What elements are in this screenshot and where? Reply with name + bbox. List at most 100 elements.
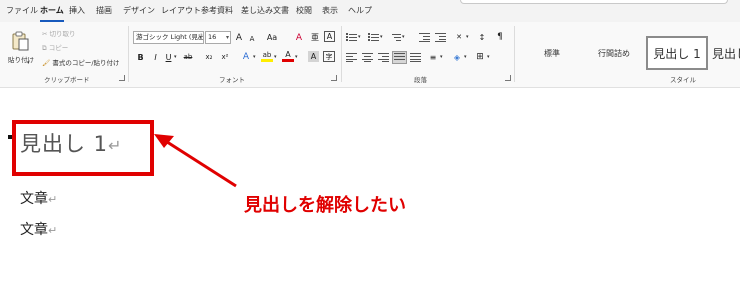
paste-button[interactable] [8, 26, 32, 56]
return-mark-icon: ↵ [48, 224, 58, 237]
line-spacing-icon[interactable]: ≡ [427, 51, 439, 63]
body-paragraph[interactable]: 文章↵ [20, 219, 57, 239]
font-name-value: 游ゴシック Light (見出 [136, 33, 204, 41]
chevron-down-icon: ▾ [198, 34, 202, 41]
chevron-down-icon[interactable]: ▾ [295, 54, 298, 60]
tab-help[interactable]: ヘルプ [348, 5, 372, 16]
style-heading-2[interactable]: 見出し [712, 36, 740, 70]
tab-file[interactable]: ファイル [6, 5, 38, 16]
tab-design[interactable]: デザイン [123, 5, 155, 16]
body-text: 文章 [20, 222, 48, 238]
body-text: 文章 [20, 191, 48, 207]
bold-button[interactable]: B [136, 51, 145, 63]
borders-icon[interactable]: ⊞ [474, 51, 486, 63]
paragraph-group-label: 段落 [414, 76, 427, 84]
clear-formatting-button[interactable]: A [293, 31, 305, 44]
highlight-button[interactable]: ab [261, 50, 273, 62]
sort-icon[interactable]: ↕ [476, 31, 488, 43]
chevron-down-icon[interactable]: ▾ [380, 34, 383, 40]
ribbon-tab-bar: ファイル ホーム 挿入 描画 デザイン レイアウト 参考資料 差し込み文書 校閲… [0, 0, 740, 22]
chevron-down-icon[interactable]: ▾ [174, 54, 177, 60]
styles-group-label: スタイル [670, 76, 696, 84]
font-size-value: 16 [208, 33, 217, 41]
style-normal[interactable]: 標準 [522, 36, 582, 70]
font-launcher-icon[interactable] [331, 75, 337, 81]
increase-indent-icon[interactable] [435, 33, 446, 42]
chevron-down-icon[interactable]: ▾ [464, 54, 467, 60]
font-group-label: フォント [219, 76, 245, 84]
clipboard-launcher-icon[interactable] [119, 75, 125, 81]
format-painter-label: 書式のコピー/貼り付け [52, 59, 120, 67]
chevron-down-icon[interactable]: ▾ [27, 60, 30, 66]
chevron-down-icon: ▾ [225, 34, 229, 41]
annotation-callout: 見出しを解除したい [244, 195, 406, 216]
highlight-box [12, 120, 154, 176]
paste-label: 貼り付け [8, 56, 34, 64]
distributed-icon[interactable] [410, 53, 421, 62]
group-separator [341, 26, 342, 82]
superscript-button[interactable]: x² [219, 51, 231, 63]
shrink-font-button[interactable]: A [247, 32, 257, 45]
style-no-spacing[interactable]: 行間詰め [584, 36, 644, 70]
align-center-icon[interactable] [362, 53, 373, 62]
clipboard-icon [12, 31, 29, 51]
multilevel-list-icon[interactable] [390, 33, 401, 42]
paragraph-launcher-icon[interactable] [505, 75, 511, 81]
word-window: ファイル ホーム 挿入 描画 デザイン レイアウト 参考資料 差し込み文書 校閲… [0, 0, 740, 295]
tab-insert[interactable]: 挿入 [69, 5, 85, 16]
group-separator [128, 26, 129, 82]
chevron-down-icon[interactable]: ▾ [440, 54, 443, 60]
tab-home[interactable]: ホーム [40, 5, 64, 22]
align-right-icon[interactable] [378, 53, 389, 62]
cut-label: 切り取り [49, 30, 76, 38]
paintbrush-icon: 🖌 [42, 59, 51, 67]
search-box[interactable] [460, 0, 728, 4]
text-effects-button[interactable]: A [240, 51, 252, 63]
chevron-down-icon[interactable]: ▾ [487, 54, 490, 60]
chevron-down-icon[interactable]: ▾ [358, 34, 361, 40]
chevron-down-icon[interactable]: ▾ [274, 54, 277, 60]
asian-layout-icon[interactable]: ✕ [453, 31, 465, 43]
annotation-arrow-icon [154, 134, 237, 188]
document-page[interactable]: 見出し 1↵ 見出しを解除したい 文章↵ 文章↵ [0, 88, 740, 295]
tab-layout[interactable]: レイアウト [161, 5, 201, 16]
clipboard-group-label: クリップボード [44, 76, 90, 84]
subscript-button[interactable]: x₂ [203, 51, 215, 63]
phonetic-guide-button[interactable]: 亜 [309, 31, 321, 44]
change-case-button[interactable]: Aa [263, 31, 281, 44]
font-size-select[interactable]: 16 ▾ [205, 31, 231, 44]
char-shading-button[interactable]: A [308, 51, 319, 62]
tab-review[interactable]: 校閲 [296, 5, 312, 16]
tab-draw[interactable]: 描画 [96, 5, 112, 16]
style-heading-1[interactable]: 見出し 1 [646, 36, 708, 70]
chevron-down-icon[interactable]: ▾ [466, 34, 469, 40]
underline-button[interactable]: U [164, 51, 173, 63]
chevron-down-icon[interactable]: ▾ [253, 54, 256, 60]
decrease-indent-icon[interactable] [419, 33, 430, 42]
grow-font-button[interactable]: A [234, 31, 244, 44]
align-left-icon[interactable] [346, 53, 357, 62]
justify-icon[interactable] [392, 51, 407, 64]
tab-references[interactable]: 参考資料 [201, 5, 233, 16]
group-separator [514, 26, 515, 82]
copy-label: コピー [48, 44, 69, 52]
ribbon-home: 貼り付け ▾ ✂ 切り取り ⧉ コピー 🖌 書式のコピー/貼り付け クリップボー… [0, 22, 740, 88]
tab-view[interactable]: 表示 [322, 5, 338, 16]
cut-button[interactable]: ✂ 切り取り [42, 28, 76, 38]
enclose-chars-button[interactable]: A [324, 31, 335, 42]
return-mark-icon: ↵ [48, 193, 58, 206]
body-paragraph[interactable]: 文章↵ [20, 188, 57, 208]
tab-mailings[interactable]: 差し込み文書 [241, 5, 289, 16]
copy-button[interactable]: ⧉ コピー [42, 42, 68, 53]
paragraph-shading-icon[interactable]: ◈ [451, 51, 463, 63]
show-marks-icon[interactable]: ¶ [495, 31, 505, 43]
chevron-down-icon[interactable]: ▾ [402, 34, 405, 40]
numbering-icon[interactable] [368, 33, 379, 42]
char-border-button[interactable]: 字 [323, 51, 335, 62]
font-color-button[interactable]: A [282, 50, 294, 62]
strikethrough-button[interactable]: ab [182, 51, 194, 63]
format-painter-button[interactable]: 🖌 書式のコピー/貼り付け [42, 57, 120, 67]
font-name-select[interactable]: 游ゴシック Light (見出 ▾ [133, 31, 204, 44]
italic-button[interactable]: I [151, 51, 160, 63]
bullets-icon[interactable] [346, 33, 357, 42]
